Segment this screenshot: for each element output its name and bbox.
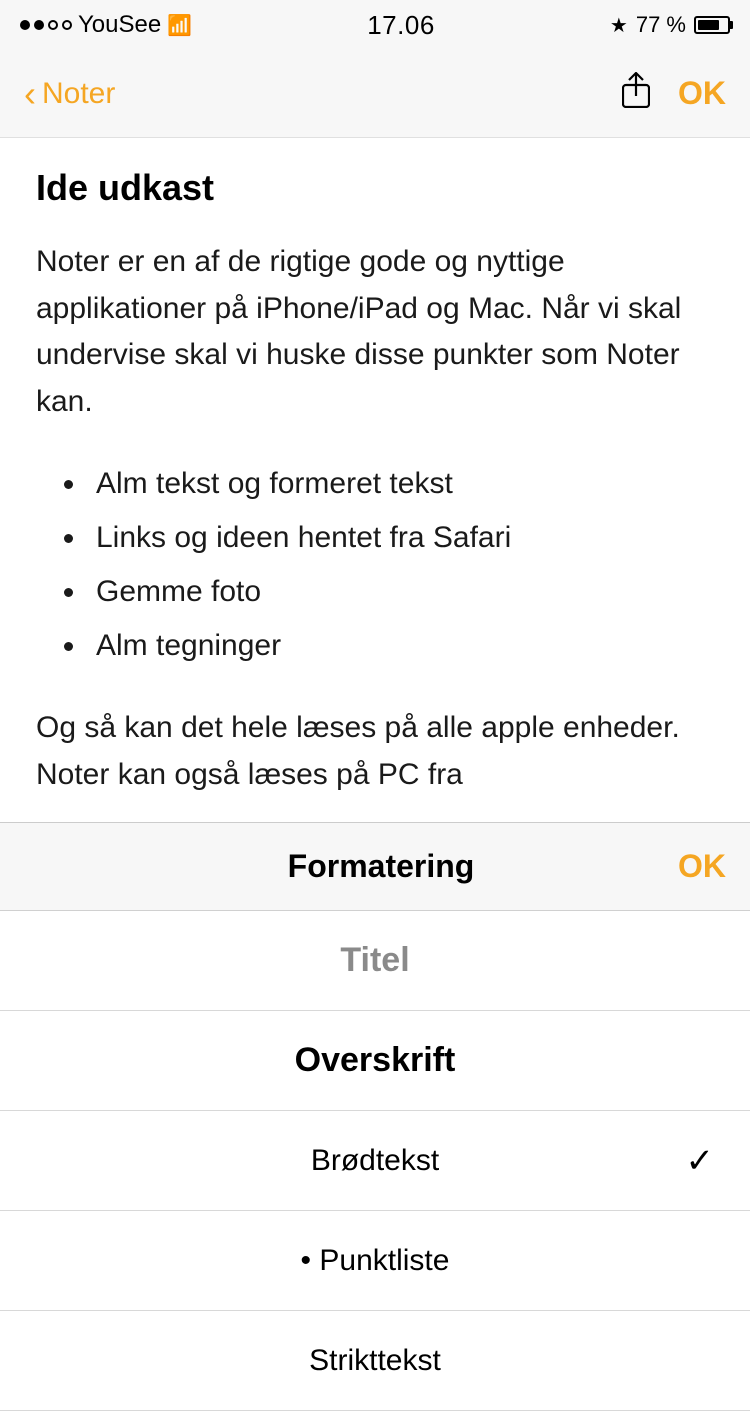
format-option-strikttekst[interactable]: Strikttekst: [0, 1311, 750, 1411]
format-label-strikttekst: Strikttekst: [309, 1344, 441, 1378]
signal-dot-2: [34, 20, 44, 30]
nav-bar: ‹ Noter OK: [0, 50, 750, 138]
battery-body: [694, 16, 730, 34]
formatting-header: Formatering OK: [0, 823, 750, 911]
formatting-ok-button[interactable]: OK: [678, 848, 726, 885]
note-content: Ide udkast Noter er en af de rigtige god…: [0, 138, 750, 823]
carrier-name: YouSee: [78, 11, 161, 39]
signal-dots: [20, 20, 72, 30]
chevron-left-icon: ‹: [24, 73, 36, 115]
note-body-1: Noter er en af de rigtige gode og nyttig…: [36, 239, 714, 425]
ok-button[interactable]: OK: [678, 75, 726, 112]
status-left: YouSee 📶: [20, 11, 192, 39]
signal-dot-4: [62, 20, 72, 30]
battery-fill: [698, 20, 719, 30]
battery-icon: [694, 16, 730, 34]
format-option-titel[interactable]: Titel: [0, 911, 750, 1011]
note-title: Ide udkast: [36, 166, 714, 209]
format-label-titel: Titel: [340, 941, 409, 980]
format-option-punktliste[interactable]: • Punktliste: [0, 1211, 750, 1311]
checkmark-icon: ✓: [686, 1141, 715, 1181]
bullet-item-1: Alm tekst og formeret tekst: [88, 457, 714, 511]
format-label-overskrift: Overskrift: [295, 1041, 456, 1080]
status-bar: YouSee 📶 17.06 ★ 77 %: [0, 0, 750, 50]
signal-dot-1: [20, 20, 30, 30]
bullet-item-4: Alm tegninger: [88, 619, 714, 673]
back-button[interactable]: ‹ Noter: [24, 73, 115, 115]
battery-percent: 77 %: [636, 12, 686, 38]
bluetooth-icon: ★: [610, 13, 628, 38]
share-icon[interactable]: [622, 72, 650, 115]
status-time: 17.06: [367, 10, 435, 41]
back-label: Noter: [42, 77, 115, 111]
format-options: Titel Overskrift Brødtekst ✓ • Punktlist…: [0, 911, 750, 1411]
signal-dot-3: [48, 20, 58, 30]
format-option-overskrift[interactable]: Overskrift: [0, 1011, 750, 1111]
note-body-2: Og så kan det hele læses på alle apple e…: [36, 705, 714, 798]
formatting-title: Formatering: [84, 848, 678, 885]
nav-actions: OK: [622, 72, 726, 115]
format-label-brodtekst: Brødtekst: [311, 1144, 439, 1178]
format-label-punktliste: • Punktliste: [301, 1244, 450, 1278]
bullet-item-3: Gemme foto: [88, 565, 714, 619]
note-bullet-list: Alm tekst og formeret tekst Links og ide…: [36, 457, 714, 673]
format-option-brodtekst[interactable]: Brødtekst ✓: [0, 1111, 750, 1211]
status-right: ★ 77 %: [610, 12, 730, 38]
bullet-item-2: Links og ideen hentet fra Safari: [88, 511, 714, 565]
wifi-icon: 📶: [167, 13, 192, 38]
formatting-panel: Formatering OK Titel Overskrift Brødteks…: [0, 823, 750, 1411]
